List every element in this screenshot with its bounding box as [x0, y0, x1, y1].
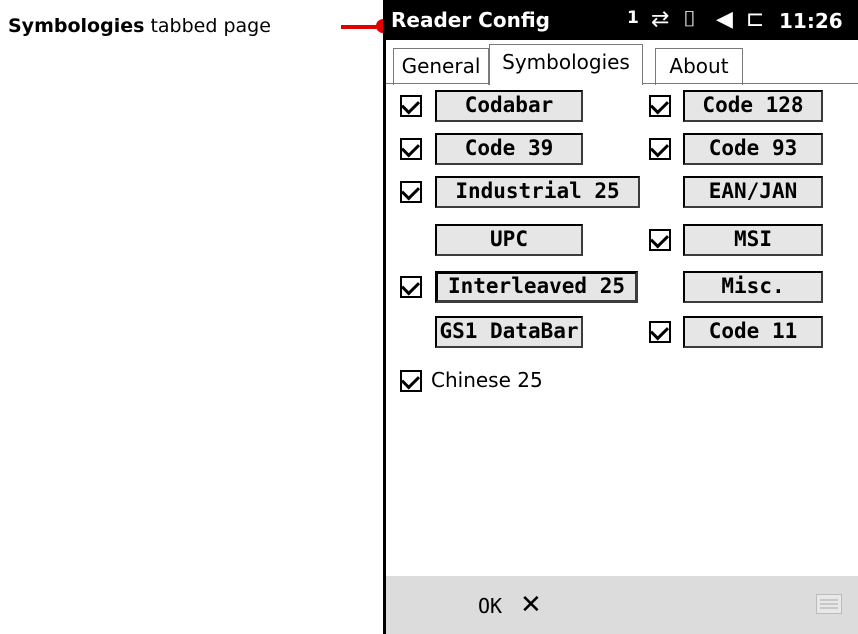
device-screen: Reader Config 1 ⇄ ⌷ ◀ ⊏ 11:26 General Sy… [383, 0, 858, 634]
msi-checkbox[interactable] [649, 229, 671, 251]
gs1-databar-button[interactable]: GS1 DataBar [435, 316, 583, 348]
industrial-25-checkbox[interactable] [400, 181, 422, 203]
tab-bar: General Symbologies About [383, 40, 858, 86]
codabar-checkbox[interactable] [400, 95, 422, 117]
code-128-checkbox[interactable] [649, 95, 671, 117]
signal-icon[interactable]: ⌷ [683, 8, 696, 32]
code-11-button[interactable]: Code 11 [683, 316, 823, 348]
interleaved-25-button[interactable]: Interleaved 25 [435, 271, 638, 303]
close-icon[interactable]: ✕ [520, 590, 542, 620]
upc-button[interactable]: UPC [435, 224, 583, 256]
tab-about[interactable]: About [655, 48, 743, 85]
industrial-25-button[interactable]: Industrial 25 [435, 176, 640, 208]
app-title[interactable]: Reader Config [391, 8, 550, 32]
battery-charging-icon[interactable]: ⊏ [746, 8, 764, 32]
bottom-bar: OK ✕ [386, 576, 858, 634]
code-39-checkbox[interactable] [400, 138, 422, 160]
notification-count: 1 [627, 8, 639, 28]
tab-general[interactable]: General [393, 48, 489, 85]
misc-button[interactable]: Misc. [683, 271, 823, 303]
codabar-button[interactable]: Codabar [435, 90, 583, 122]
callout-bold: Symbologies [8, 15, 145, 37]
code-93-button[interactable]: Code 93 [683, 133, 823, 165]
callout-label: Symbologies tabbed page [8, 14, 271, 38]
callout-rest: tabbed page [144, 15, 271, 37]
clock[interactable]: 11:26 [779, 9, 843, 33]
msi-button[interactable]: MSI [683, 224, 823, 256]
screen-edge [383, 0, 386, 634]
speaker-icon[interactable]: ◀ [716, 8, 733, 32]
code-93-checkbox[interactable] [649, 138, 671, 160]
tab-symbologies[interactable]: Symbologies [489, 44, 643, 85]
interleaved-25-checkbox[interactable] [400, 276, 422, 298]
keyboard-icon[interactable] [816, 594, 842, 614]
code-11-checkbox[interactable] [649, 321, 671, 343]
code-128-button[interactable]: Code 128 [683, 90, 823, 122]
chinese-25-checkbox[interactable] [400, 370, 422, 392]
chinese-25-label[interactable]: Chinese 25 [431, 368, 543, 392]
connectivity-icon[interactable]: ⇄ [651, 8, 669, 32]
ean-jan-button[interactable]: EAN/JAN [683, 176, 823, 208]
ok-button[interactable]: OK [478, 594, 502, 618]
code-39-button[interactable]: Code 39 [435, 133, 583, 165]
status-bar: Reader Config 1 ⇄ ⌷ ◀ ⊏ 11:26 [383, 0, 858, 40]
